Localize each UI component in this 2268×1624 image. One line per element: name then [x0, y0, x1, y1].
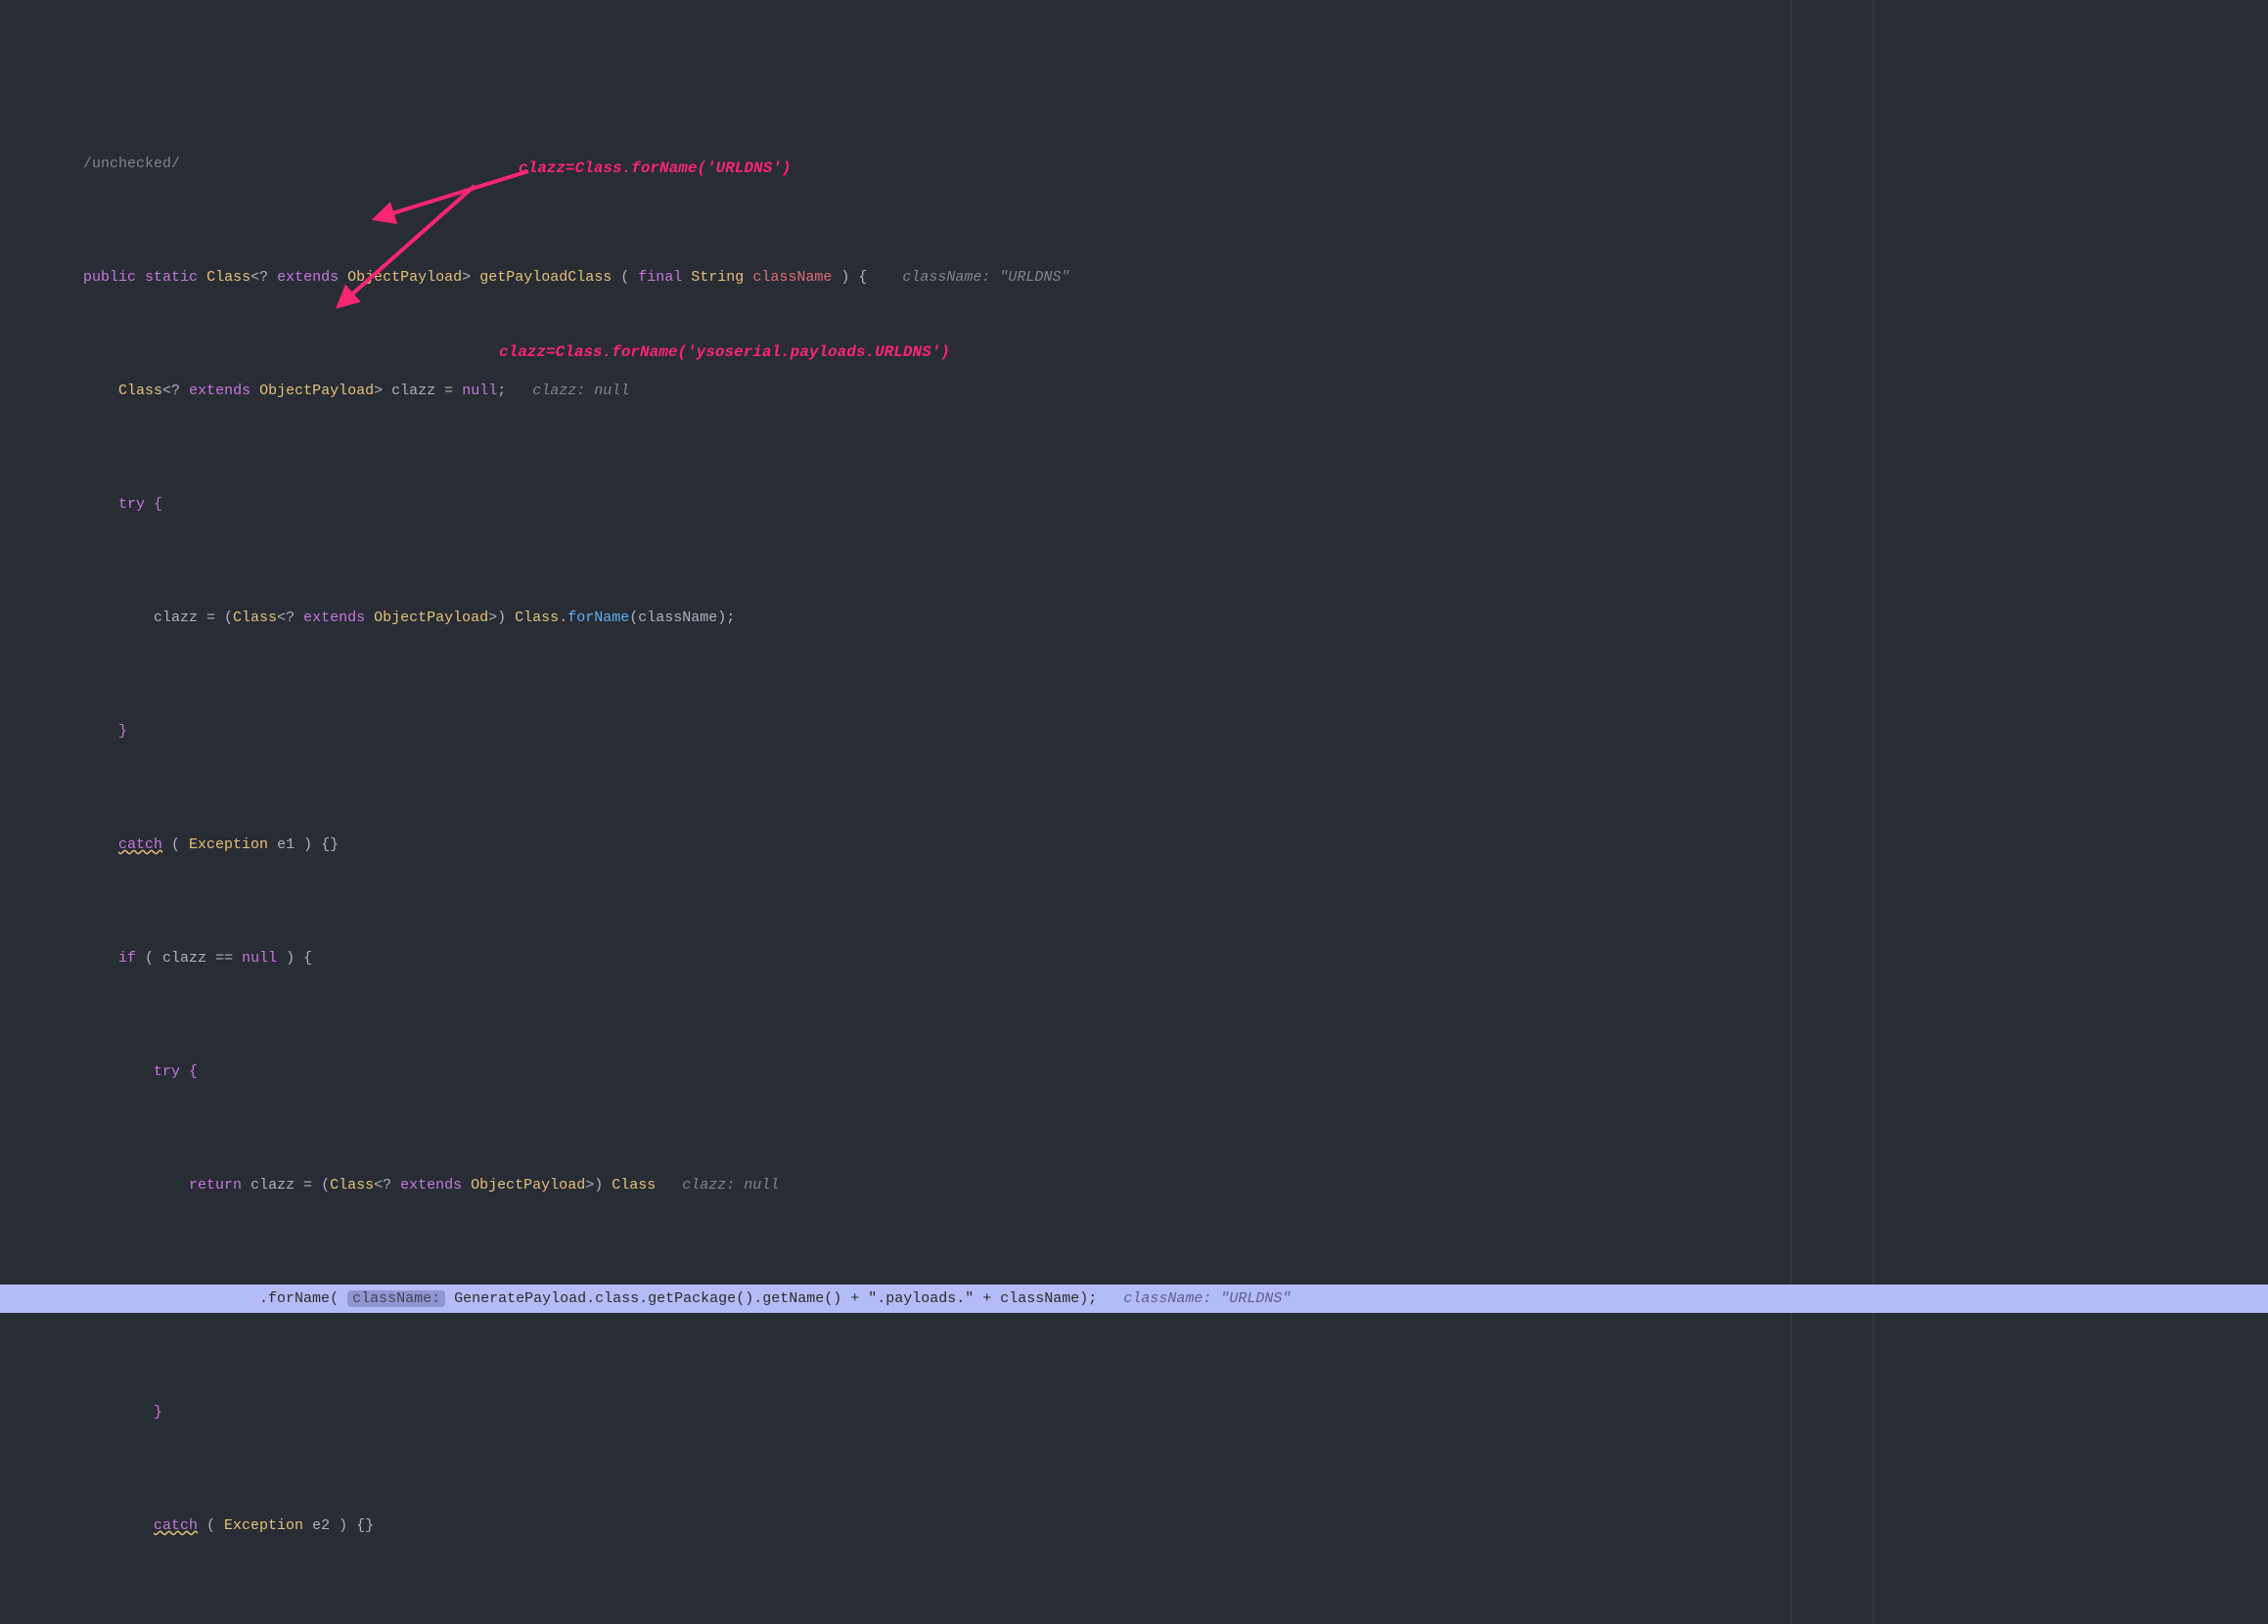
breakpoint-gutter[interactable]: [0, 1285, 44, 1313]
editor-ruler-1: [1791, 0, 1792, 1624]
code-line[interactable]: }: [0, 717, 2268, 745]
inlay-hint: className: "URLDNS": [1123, 1290, 1291, 1307]
inlay-hint: className: "URLDNS": [902, 269, 1069, 286]
code-line[interactable]: /unchecked/: [0, 150, 2268, 178]
param-hint: className:: [347, 1290, 445, 1307]
code-line[interactable]: try {: [0, 1058, 2268, 1086]
annotation-comment: /unchecked/: [83, 156, 180, 172]
code-line[interactable]: if ( clazz == null ) {: [0, 944, 2268, 972]
code-line[interactable]: return clazz = (Class<? extends ObjectPa…: [0, 1171, 2268, 1199]
editor-ruler-2: [1873, 0, 1874, 1624]
code-line[interactable]: }: [0, 1398, 2268, 1426]
inlay-hint: clazz: null: [682, 1177, 779, 1194]
code-editor[interactable]: /unchecked/ public static Class<? extend…: [0, 0, 2268, 1624]
code-line[interactable]: catch ( Exception e1 ) {}: [0, 831, 2268, 859]
code-line[interactable]: catch ( Exception e2 ) {}: [0, 1511, 2268, 1540]
code-line[interactable]: try {: [0, 490, 2268, 519]
user-annotation-2: clazz=Class.forName('ysoserial.payloads.…: [499, 338, 950, 367]
inlay-hint: clazz: null: [532, 383, 629, 399]
code-line[interactable]: clazz = (Class<? extends ObjectPayload>)…: [0, 604, 2268, 632]
code-line[interactable]: Class<? extends ObjectPayload> clazz = n…: [0, 377, 2268, 405]
arrow-icon: [328, 176, 523, 313]
code-line[interactable]: public static Class<? extends ObjectPayl…: [0, 263, 2268, 292]
code-line-highlighted[interactable]: .forName( className: GeneratePayload.cla…: [0, 1285, 2268, 1313]
